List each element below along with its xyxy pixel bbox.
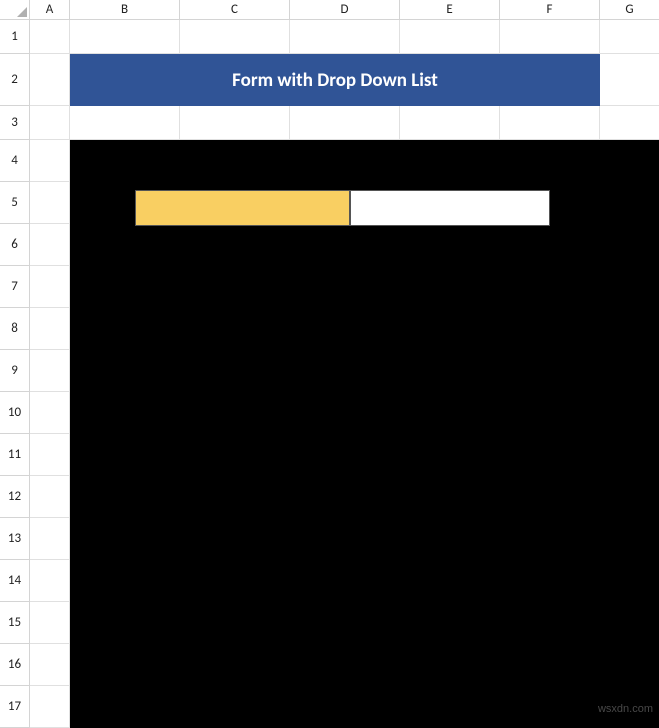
cell-a7[interactable] bbox=[30, 266, 70, 308]
row-header-5[interactable]: 5 bbox=[0, 182, 30, 224]
row-header-4[interactable]: 4 bbox=[0, 140, 30, 182]
cell-a6[interactable] bbox=[30, 224, 70, 266]
row-header-16[interactable]: 16 bbox=[0, 644, 30, 686]
cell-g3[interactable] bbox=[600, 106, 659, 140]
col-header-b[interactable]: B bbox=[70, 0, 180, 20]
cell-b3[interactable] bbox=[70, 106, 180, 140]
row-header-3[interactable]: 3 bbox=[0, 106, 30, 140]
cell-a14[interactable] bbox=[30, 560, 70, 602]
cell-c3[interactable] bbox=[180, 106, 290, 140]
form-dropdown-input[interactable] bbox=[350, 190, 550, 226]
cell-d1[interactable] bbox=[290, 20, 400, 54]
cell-a8[interactable] bbox=[30, 308, 70, 350]
row-header-11[interactable]: 11 bbox=[0, 434, 30, 476]
row-header-14[interactable]: 14 bbox=[0, 560, 30, 602]
cell-a4[interactable] bbox=[30, 140, 70, 182]
cell-a9[interactable] bbox=[30, 350, 70, 392]
col-header-g[interactable]: G bbox=[600, 0, 659, 20]
cell-d3[interactable] bbox=[290, 106, 400, 140]
cell-a16[interactable] bbox=[30, 644, 70, 686]
row-header-8[interactable]: 8 bbox=[0, 308, 30, 350]
cell-f3[interactable] bbox=[500, 106, 600, 140]
row-header-9[interactable]: 9 bbox=[0, 350, 30, 392]
row-header-13[interactable]: 13 bbox=[0, 518, 30, 560]
col-header-d[interactable]: D bbox=[290, 0, 400, 20]
cell-a5[interactable] bbox=[30, 182, 70, 224]
cell-e3[interactable] bbox=[400, 106, 500, 140]
cell-a17[interactable] bbox=[30, 686, 70, 728]
col-header-f[interactable]: F bbox=[500, 0, 600, 20]
spreadsheet-grid: A B C D E F G 1 2 Form with Drop Down Li… bbox=[0, 0, 659, 728]
row-header-10[interactable]: 10 bbox=[0, 392, 30, 434]
row-header-15[interactable]: 15 bbox=[0, 602, 30, 644]
cell-a3[interactable] bbox=[30, 106, 70, 140]
cell-a12[interactable] bbox=[30, 476, 70, 518]
row-header-6[interactable]: 6 bbox=[0, 224, 30, 266]
row-header-2[interactable]: 2 bbox=[0, 54, 30, 106]
row-header-17[interactable]: 17 bbox=[0, 686, 30, 728]
cell-a13[interactable] bbox=[30, 518, 70, 560]
cell-a1[interactable] bbox=[30, 20, 70, 54]
form-label-field[interactable] bbox=[135, 190, 350, 226]
cell-a10[interactable] bbox=[30, 392, 70, 434]
form-title: Form with Drop Down List bbox=[70, 54, 600, 106]
cell-e1[interactable] bbox=[400, 20, 500, 54]
cell-b1[interactable] bbox=[70, 20, 180, 54]
row-header-7[interactable]: 7 bbox=[0, 266, 30, 308]
form-panel bbox=[70, 140, 659, 728]
col-header-a[interactable]: A bbox=[30, 0, 70, 20]
cell-a11[interactable] bbox=[30, 434, 70, 476]
cell-a2[interactable] bbox=[30, 54, 70, 106]
cell-f1[interactable] bbox=[500, 20, 600, 54]
cell-g2[interactable] bbox=[600, 54, 659, 106]
row-header-1[interactable]: 1 bbox=[0, 20, 30, 54]
col-header-c[interactable]: C bbox=[180, 0, 290, 20]
cell-c1[interactable] bbox=[180, 20, 290, 54]
row-header-12[interactable]: 12 bbox=[0, 476, 30, 518]
cell-a15[interactable] bbox=[30, 602, 70, 644]
col-header-e[interactable]: E bbox=[400, 0, 500, 20]
select-all-corner[interactable] bbox=[0, 0, 30, 20]
watermark-text: wsxdn.com bbox=[598, 703, 653, 715]
cell-g1[interactable] bbox=[600, 20, 659, 54]
